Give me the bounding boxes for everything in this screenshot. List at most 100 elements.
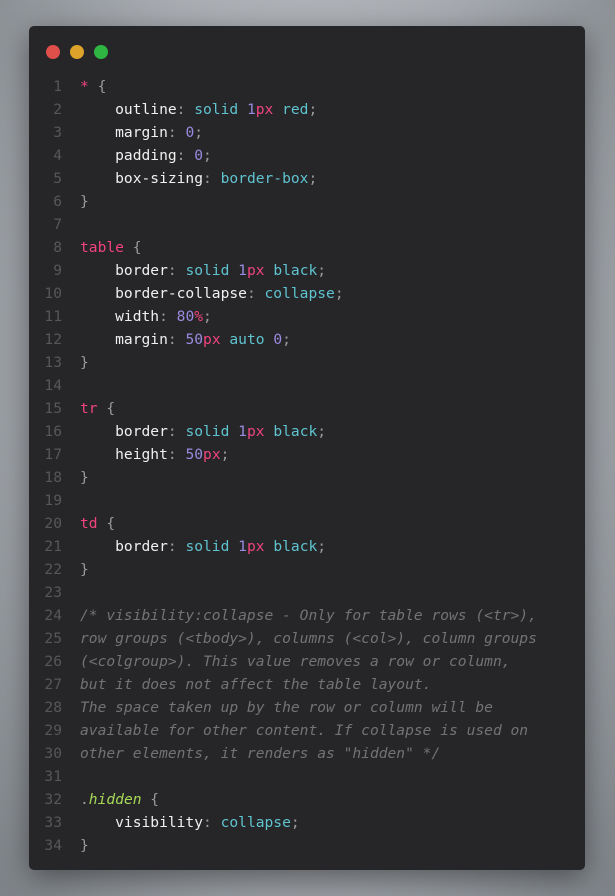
code-line: 22} xyxy=(29,558,537,581)
code-line: 14 xyxy=(29,374,537,397)
code-line: 12 margin: 50 px auto 0; xyxy=(29,328,537,351)
line-number: 29 xyxy=(44,722,62,739)
code-token-punc: } xyxy=(80,193,89,210)
code-line: 31 xyxy=(29,765,537,788)
code-token-punc: } xyxy=(80,469,89,486)
code-line: 23 xyxy=(29,581,537,604)
maximize-button[interactable] xyxy=(94,45,108,59)
code-line: 20 td { xyxy=(29,512,537,535)
code-token-unit: px xyxy=(203,446,221,463)
code-line: 7 xyxy=(29,213,537,236)
code-token-unit: % xyxy=(194,308,204,325)
minimize-button[interactable] xyxy=(70,45,84,59)
code-line: 32. hidden { xyxy=(29,788,537,811)
code-token-num: 1 xyxy=(246,101,256,118)
line-number: 16 xyxy=(44,423,62,440)
code-line: 26 (<colgroup>). This value removes a row… xyxy=(29,650,537,673)
code-token-com: /* visibility:collapse - Only for table … xyxy=(80,607,537,624)
code-token-unit: px xyxy=(255,101,274,118)
code-token-num: 80 xyxy=(176,308,195,325)
code-token-prop: margin xyxy=(80,124,168,141)
code-token-sel: * xyxy=(80,78,89,95)
line-number: 1 xyxy=(53,78,62,95)
code-token-prop: width xyxy=(80,308,160,325)
code-token-val: red xyxy=(273,101,309,118)
code-token-val: solid xyxy=(185,262,239,279)
code-token-punc: } xyxy=(80,837,89,854)
code-line: 2 outline: solid 1 px red; xyxy=(29,98,537,121)
code-token-prop: box-sizing xyxy=(80,170,204,187)
code-token-prop: margin xyxy=(80,331,168,348)
code-token-com: The space taken up by the row or column … xyxy=(80,699,493,716)
code-editor-window: 1 * {2 outline: solid 1 px red; 3 margin: 0… xyxy=(29,26,585,870)
line-number: 33 xyxy=(44,814,62,831)
code-line: 18} xyxy=(29,466,537,489)
code-token-punc: : xyxy=(246,285,265,302)
code-line: 8 table { xyxy=(29,236,537,259)
code-line: 33 visibility: collapse; xyxy=(29,811,537,834)
line-number: 31 xyxy=(44,768,62,785)
code-token-num: 50 xyxy=(185,331,204,348)
code-token-val: black xyxy=(264,423,318,440)
code-token-prop: height xyxy=(80,446,168,463)
code-token-val: auto xyxy=(220,331,274,348)
code-token-num: 0 xyxy=(194,147,204,164)
code-token-sel: td xyxy=(80,515,98,532)
code-line: 24 /* visibility:collapse - Only for tabl… xyxy=(29,604,537,627)
code-token-prop: visibility xyxy=(80,814,204,831)
code-line: 9 border: solid 1 px black; xyxy=(29,259,537,282)
code-token-val: solid xyxy=(185,423,239,440)
code-line: 30 other elements, it renders as "hidden"… xyxy=(29,742,537,765)
line-number: 14 xyxy=(44,377,62,394)
code-line: 5 box-sizing: border-box; xyxy=(29,167,537,190)
code-token-punc: { xyxy=(141,791,160,808)
code-line: 29 available for other content. If collap… xyxy=(29,719,537,742)
code-token-num: 50 xyxy=(185,446,204,463)
code-line: 34} xyxy=(29,834,537,857)
code-token-num: 1 xyxy=(238,538,247,555)
code-line: 6} xyxy=(29,190,537,213)
code-token-punc: : xyxy=(167,124,186,141)
code-token-val: collapse xyxy=(220,814,291,831)
code-token-punc: ; xyxy=(203,308,212,325)
code-token-punc: ; xyxy=(290,814,300,831)
line-number: 6 xyxy=(53,193,62,210)
code-token-num: 0 xyxy=(185,124,195,141)
code-token-num: 1 xyxy=(238,423,247,440)
code-token-prop: border xyxy=(80,538,168,555)
code-token-sel: table xyxy=(80,239,124,256)
line-number: 24 xyxy=(44,607,62,624)
code-token-val: collapse xyxy=(264,285,335,302)
code-token-val: black xyxy=(264,262,318,279)
code-token-punc: ; xyxy=(194,124,204,141)
code-token-punc: ; xyxy=(317,262,327,279)
code-line: 13} xyxy=(29,351,537,374)
code-token-punc: { xyxy=(97,515,116,532)
code-line: 3 margin: 0; xyxy=(29,121,537,144)
code-area: 1 * {2 outline: solid 1 px red; 3 margin: 0… xyxy=(29,75,537,857)
code-token-punc: { xyxy=(123,239,142,256)
code-line: 28 The space taken up by the row or colum… xyxy=(29,696,537,719)
code-token-punc: } xyxy=(80,354,89,371)
line-number: 27 xyxy=(44,676,62,693)
line-number: 26 xyxy=(44,653,62,670)
code-token-punc: . xyxy=(80,791,89,808)
code-token-punc: } xyxy=(80,561,89,578)
code-line: 15 tr { xyxy=(29,397,537,420)
code-token-punc: { xyxy=(88,78,107,95)
line-number: 8 xyxy=(53,239,62,256)
code-line: 10 border-collapse: collapse; xyxy=(29,282,537,305)
code-token-punc: : xyxy=(203,814,221,831)
code-token-com: but it does not affect the table layout. xyxy=(80,676,432,693)
code-token-val: black xyxy=(264,538,318,555)
code-token-punc: : xyxy=(159,308,177,325)
line-number: 22 xyxy=(44,561,62,578)
close-button[interactable] xyxy=(46,45,60,59)
code-token-punc: ; xyxy=(282,331,291,348)
line-number: 2 xyxy=(53,101,62,118)
code-line: 19 xyxy=(29,489,537,512)
line-number: 15 xyxy=(44,400,62,417)
code-line: 1 * { xyxy=(29,75,537,98)
code-token-prop: padding xyxy=(80,147,177,164)
line-number: 9 xyxy=(53,262,62,279)
